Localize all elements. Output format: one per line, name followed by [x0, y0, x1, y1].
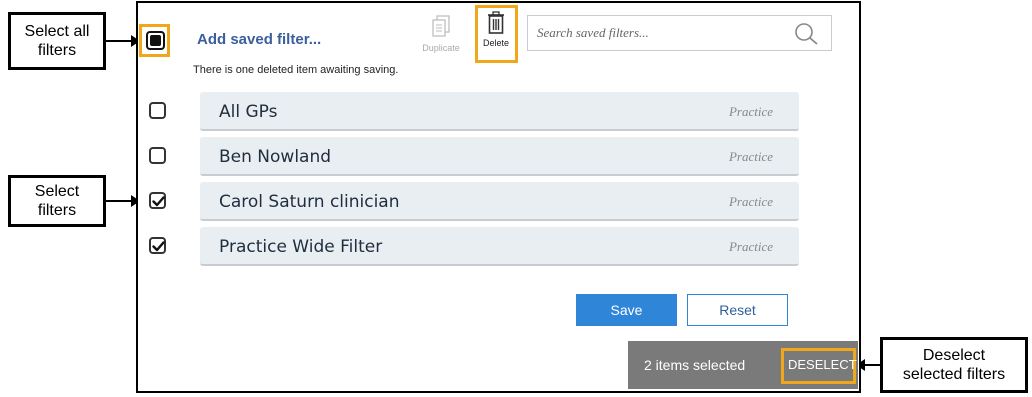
- duplicate-label: Duplicate: [422, 43, 460, 53]
- duplicate-icon: [432, 15, 450, 37]
- checkmark-icon: [152, 196, 165, 207]
- filter-checkbox-ben-nowland[interactable]: [149, 147, 166, 164]
- filter-name: Practice Wide Filter: [219, 237, 383, 257]
- filter-scope: Practice: [728, 104, 773, 119]
- filter-name: Carol Saturn clinician: [219, 192, 400, 212]
- filter-checkbox-practice-wide[interactable]: [149, 237, 166, 254]
- duplicate-button[interactable]: Duplicate: [419, 15, 463, 53]
- selection-count-text: 2 items selected: [644, 357, 746, 373]
- search-icon[interactable]: [794, 22, 820, 46]
- arrow-select-filters: [106, 200, 134, 202]
- reset-button[interactable]: Reset: [687, 294, 788, 326]
- filter-checkbox-all-gps[interactable]: [149, 102, 166, 119]
- filter-name: All GPs: [219, 102, 278, 122]
- search-input[interactable]: [528, 16, 788, 50]
- callout-deselect: Deselect selected filters: [880, 337, 1028, 393]
- filter-checkbox-carol-saturn[interactable]: [149, 192, 166, 209]
- filter-scope: Practice: [728, 239, 773, 254]
- checkmark-icon: [152, 241, 165, 252]
- filter-row[interactable]: Carol Saturn clinician Practice: [200, 182, 799, 221]
- search-box: [527, 15, 832, 51]
- arrow-select-all: [106, 40, 134, 42]
- callout-select-filters: Select filters: [8, 175, 106, 227]
- filter-scope: Practice: [728, 194, 773, 209]
- deselect-button[interactable]: DESELECT: [788, 357, 857, 372]
- filter-scope: Practice: [728, 149, 773, 164]
- save-button[interactable]: Save: [576, 294, 677, 326]
- callout-select-all: Select all filters: [8, 12, 106, 70]
- callout-select-all-text: Select all filters: [24, 23, 90, 59]
- pending-deletion-notice: There is one deleted item awaiting savin…: [193, 64, 399, 76]
- select-all-checkbox[interactable]: [146, 31, 165, 50]
- filter-row[interactable]: Ben Nowland Practice: [200, 137, 799, 176]
- callout-select-filters-text: Select filters: [34, 183, 80, 219]
- add-saved-filter-link[interactable]: Add saved filter...: [197, 31, 321, 48]
- select-all-indeterminate-mark: [150, 35, 161, 46]
- delete-button[interactable]: Delete: [478, 11, 514, 48]
- callout-deselect-text: Deselect selected filters: [902, 347, 1006, 383]
- trash-icon: [488, 11, 504, 34]
- filter-row[interactable]: All GPs Practice: [200, 92, 799, 131]
- delete-label: Delete: [482, 38, 509, 48]
- filter-name: Ben Nowland: [219, 147, 332, 167]
- filter-row[interactable]: Practice Wide Filter Practice: [200, 227, 799, 266]
